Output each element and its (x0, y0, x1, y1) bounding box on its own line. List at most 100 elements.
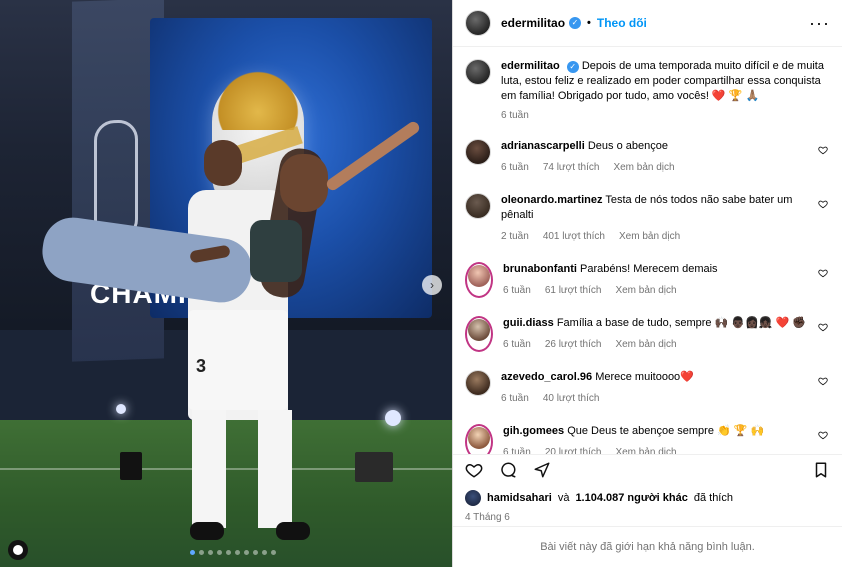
comment-time: 6 tuần (501, 393, 529, 405)
comment-username[interactable]: brunabonfanti (503, 263, 577, 275)
woman-top (250, 220, 302, 282)
author-username[interactable]: edermilitao (501, 16, 565, 30)
caption: edermilitao ✓ Depois de uma temporada mu… (465, 59, 830, 121)
author-avatar[interactable] (465, 10, 491, 37)
stage-light-icon (385, 410, 401, 426)
comment-text: Que Deus te abençoe sempre 👏 🏆 🙌 (567, 425, 765, 438)
comment-time: 2 tuần (501, 231, 529, 243)
commenter-avatar[interactable] (465, 139, 491, 166)
comment-meta: 6 tuần 61 lượt thích Xem bản dịch (503, 283, 806, 298)
comment-meta: 6 tuần 40 lượt thích (501, 391, 806, 406)
comment-like-button[interactable] (816, 262, 830, 298)
comment-text: Merece muitoooo❤️ (595, 371, 694, 384)
post-header: edermilitao ✓ • Theo dõi ··· (453, 0, 842, 48)
comment-username[interactable]: gih.gomees (503, 425, 564, 437)
comment-text: Deus o abençoe (587, 140, 668, 153)
commenter-avatar[interactable] (468, 427, 490, 450)
speaker-right (355, 452, 393, 482)
comment-username[interactable]: guii.diass (503, 317, 554, 329)
comment-item: gih.gomees Que Deus te abençoe sempre 👏 … (465, 424, 830, 454)
author-avatar[interactable] (465, 59, 491, 86)
player-shoe-left (190, 522, 224, 540)
comment-username[interactable]: oleonardo.martinez (501, 194, 602, 206)
heart-icon (818, 200, 829, 209)
heart-icon (818, 146, 828, 155)
story-ring[interactable] (465, 316, 493, 353)
share-button[interactable] (533, 461, 551, 482)
comment-like-button[interactable] (816, 139, 830, 175)
verified-badge-icon: ✓ (566, 61, 579, 74)
post-media[interactable]: CHAMP 3 › (0, 0, 452, 567)
carousel-dots (190, 550, 276, 555)
translate-link[interactable]: Xem bản dịch (615, 283, 676, 298)
comment-likes[interactable]: 20 lượt thích (545, 445, 602, 454)
save-button[interactable] (812, 461, 830, 482)
translate-link[interactable]: Xem bản dịch (615, 445, 676, 454)
comment-like-button[interactable] (817, 193, 830, 244)
liker-username[interactable]: hamidsahari (487, 492, 552, 504)
comment-item: adrianascarpelli Deus o abençoe 6 tuần 7… (465, 139, 830, 175)
carousel-dot (208, 550, 213, 555)
carousel-dot (235, 550, 240, 555)
heart-icon (818, 323, 828, 332)
speaker-left (120, 452, 142, 480)
caption-text: edermilitao ✓ Depois de uma temporada mu… (501, 59, 830, 104)
heart-icon (465, 463, 483, 478)
commenter-avatar[interactable] (465, 370, 491, 397)
comment-time: 6 tuần (503, 339, 531, 351)
pitch (0, 420, 452, 567)
heart-icon (818, 431, 828, 440)
tag-people-button[interactable] (8, 540, 28, 560)
story-ring[interactable] (465, 262, 493, 299)
heart-icon (818, 269, 828, 278)
more-horizontal-icon[interactable]: ··· (809, 14, 830, 32)
comment-likes[interactable]: 61 lượt thích (545, 283, 602, 298)
comment-like-button[interactable] (816, 424, 830, 454)
caption-meta: 6 tuần (501, 110, 830, 121)
share-icon (534, 462, 550, 478)
comment-meta: 6 tuần 74 lượt thích Xem bản dịch (501, 160, 806, 175)
comment-username[interactable]: adrianascarpelli (501, 140, 585, 152)
comment-like-button[interactable] (816, 370, 830, 406)
translate-link[interactable]: Xem bản dịch (619, 229, 680, 244)
commenter-avatar[interactable] (468, 319, 490, 342)
translate-link[interactable]: Xem bản dịch (613, 160, 674, 175)
liker-avatar[interactable] (465, 490, 481, 507)
next-image-button[interactable]: › (422, 275, 442, 295)
post-actions (453, 453, 842, 488)
comment-item: oleonardo.martinez Testa de nós todos nã… (465, 193, 830, 244)
comment-likes[interactable]: 74 lượt thích (543, 160, 600, 175)
comment-item: azevedo_carol.96 Merece muitoooo❤️ 6 tuầ… (465, 370, 830, 406)
like-button[interactable] (465, 461, 483, 482)
likes-count[interactable]: 1.104.087 người khác (575, 492, 687, 504)
comment-item: guii.diass Família a base de tudo, sempr… (465, 316, 830, 353)
post-sidebar: edermilitao ✓ • Theo dõi ··· edermilitao… (452, 0, 842, 567)
comment-meta: 6 tuần 26 lượt thích Xem bản dịch (503, 337, 806, 352)
header-separator: • (587, 17, 591, 30)
player-leg-left (192, 410, 226, 528)
comment-likes[interactable]: 26 lượt thích (545, 337, 602, 352)
translate-link[interactable]: Xem bản dịch (615, 337, 676, 352)
likes-summary[interactable]: hamidsahari và 1.104.087 người khác đã t… (453, 488, 842, 509)
caption-time: 6 tuần (501, 110, 529, 122)
woman-head (280, 154, 328, 212)
comments-list[interactable]: edermilitao ✓ Depois de uma temporada mu… (453, 47, 842, 454)
carousel-dot (226, 550, 231, 555)
story-ring[interactable] (465, 424, 493, 454)
comments-limited-notice: Bài viết này đã giới hạn khả năng bình l… (453, 525, 842, 567)
comment-username[interactable]: azevedo_carol.96 (501, 371, 592, 383)
heart-icon (818, 377, 828, 386)
commenter-avatar[interactable] (468, 265, 490, 288)
comment-likes[interactable]: 401 lượt thích (543, 229, 605, 244)
comment-time: 6 tuần (501, 162, 529, 174)
caption-username[interactable]: edermilitao (501, 60, 560, 72)
comment-like-button[interactable] (816, 316, 830, 352)
carousel-dot (244, 550, 249, 555)
follow-button[interactable]: Theo dõi (597, 16, 647, 30)
comment-likes[interactable]: 40 lượt thích (543, 391, 600, 406)
post-date[interactable]: 4 Tháng 6 (453, 509, 842, 526)
instagram-post: CHAMP 3 › edermilitao ✓ • Theo dõi ··· e… (0, 0, 842, 567)
commenter-avatar[interactable] (465, 193, 491, 220)
comment-button[interactable] (499, 461, 517, 482)
comment-item: brunabonfanti Parabéns! Merecem demais 6… (465, 262, 830, 299)
